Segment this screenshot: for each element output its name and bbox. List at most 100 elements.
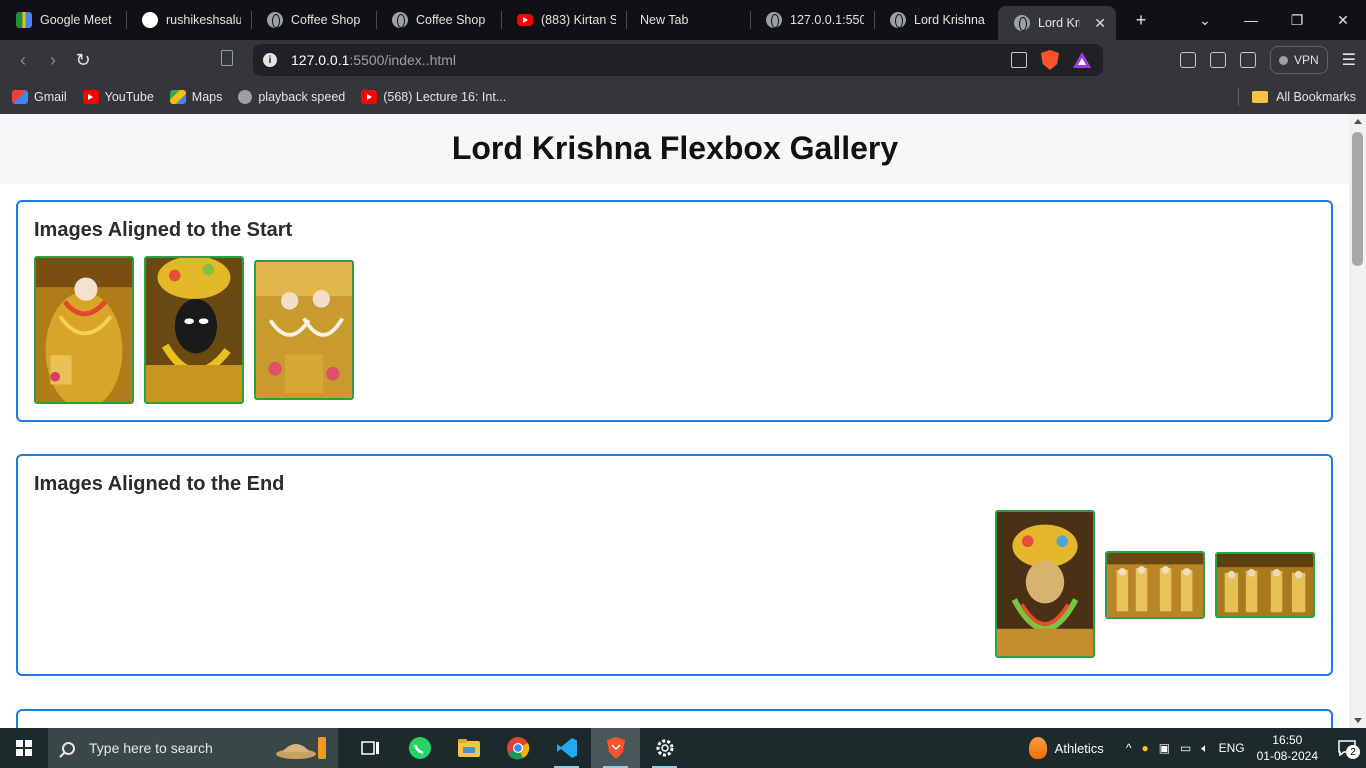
- deity-image: [36, 258, 132, 402]
- globe-icon: [267, 12, 283, 28]
- tab-label: Lord Krish: [1038, 16, 1080, 30]
- site-info-icon[interactable]: i: [263, 53, 277, 67]
- volume-icon[interactable]: 🔈︎: [1201, 741, 1208, 756]
- bookmark-youtube[interactable]: YouTube: [82, 90, 154, 104]
- restore-icon[interactable]: ❐: [1274, 12, 1320, 29]
- brave-browser-icon[interactable]: [591, 728, 640, 768]
- globe-icon: [238, 90, 253, 104]
- youtube-icon: [517, 14, 533, 26]
- scroll-down-icon[interactable]: [1354, 718, 1362, 723]
- minimize-icon[interactable]: —: [1228, 12, 1274, 28]
- notification-center[interactable]: 2: [1332, 728, 1362, 768]
- page-scrollbar[interactable]: [1349, 114, 1366, 728]
- brave-shields-icon[interactable]: [1041, 50, 1059, 70]
- close-window-icon[interactable]: ✕: [1320, 12, 1366, 29]
- bookmark-icon[interactable]: [221, 50, 233, 66]
- gmail-icon: [12, 90, 28, 104]
- brave-rewards-icon[interactable]: [1073, 52, 1091, 68]
- menu-icon[interactable]: ☰: [1342, 50, 1356, 70]
- tab-label: rushikeshsalun: [166, 13, 241, 27]
- tab-search-icon[interactable]: ⌄: [1182, 12, 1228, 29]
- page-viewport: Lord Krishna Flexbox Gallery Images Alig…: [0, 114, 1366, 728]
- new-tab-icon[interactable]: +: [1132, 10, 1150, 31]
- url-path: :5500/index..html: [349, 52, 457, 68]
- section-heading: Images Aligned to the Start: [34, 219, 293, 241]
- weather-label: Athletics: [1054, 740, 1104, 756]
- tab-new-tab[interactable]: New Tab: [626, 0, 750, 40]
- search-highlight-icon: [276, 737, 326, 759]
- notification-badge: 2: [1346, 745, 1360, 759]
- window-controls: ⌄ — ❐ ✕: [1182, 0, 1366, 40]
- chrome-icon[interactable]: [493, 728, 542, 768]
- vpn-button[interactable]: VPN: [1269, 46, 1328, 74]
- globe-icon: [766, 12, 782, 28]
- tab-kirtan[interactable]: (883) Kirtan Sa: [501, 0, 626, 40]
- tab-label: New Tab: [640, 13, 689, 27]
- show-hidden-icons-icon[interactable]: ^: [1126, 741, 1132, 755]
- section-align-end: Images Aligned to the End: [16, 454, 1333, 676]
- bookmark-label: YouTube: [104, 90, 154, 104]
- deity-image: [146, 258, 242, 402]
- extensions-icon[interactable]: [1179, 52, 1196, 68]
- bookmark-playback-speed[interactable]: playback speed: [238, 90, 345, 104]
- section-align-start: Images Aligned to the Start: [16, 200, 1333, 422]
- scroll-up-icon[interactable]: [1354, 119, 1362, 124]
- whatsapp-icon[interactable]: [395, 728, 444, 768]
- tab-coffee-shop-2[interactable]: Coffee Shop: [376, 0, 501, 40]
- settings-icon[interactable]: [640, 728, 689, 768]
- back-icon[interactable]: ‹: [8, 50, 38, 71]
- file-explorer-icon[interactable]: [444, 728, 493, 768]
- maps-icon: [169, 90, 186, 104]
- wallet-icon[interactable]: [1239, 52, 1256, 68]
- taskbar-search[interactable]: Type here to search: [48, 728, 338, 768]
- address-bar[interactable]: i 127.0.0.1:5500/index..html: [253, 44, 1103, 76]
- language-indicator[interactable]: ENG: [1219, 741, 1245, 755]
- tab-lord-krishna-active[interactable]: Lord Krish ✕: [998, 6, 1116, 40]
- clock[interactable]: 16:50 01-08-2024: [1257, 732, 1318, 764]
- folder-icon: [1252, 91, 1269, 103]
- bookmark-gmail[interactable]: Gmail: [12, 90, 67, 104]
- deity-image: [1217, 554, 1313, 616]
- tab-google-meet[interactable]: Google Meet: [0, 0, 126, 40]
- battery-icon[interactable]: ▭: [1180, 741, 1191, 755]
- search-icon: [62, 741, 75, 755]
- google-meet-icon: [16, 12, 32, 28]
- tab-coffee-shop-1[interactable]: Coffee Shop: [251, 0, 376, 40]
- page-header: Lord Krishna Flexbox Gallery: [0, 114, 1366, 184]
- tab-label: Coffee Shop: [291, 13, 361, 27]
- bookmark-label: playback speed: [258, 90, 346, 104]
- reload-icon[interactable]: ↻: [68, 50, 98, 71]
- vscode-icon[interactable]: [542, 728, 591, 768]
- search-placeholder: Type here to search: [89, 740, 213, 756]
- globe-icon: [392, 12, 408, 28]
- bookmark-label: Maps: [191, 90, 223, 104]
- deity-image: [1107, 553, 1203, 617]
- tab-localhost[interactable]: 127.0.0.1:5500: [750, 0, 874, 40]
- tab-strip: Google Meet rushikeshsalun Coffee Shop C…: [0, 0, 1366, 40]
- bookmark-label: (568) Lecture 16: Int...: [383, 90, 507, 104]
- bookmark-lecture[interactable]: (568) Lecture 16: Int...: [361, 90, 506, 104]
- bookmark-maps[interactable]: Maps: [169, 90, 223, 104]
- close-tab-icon[interactable]: ✕: [1094, 15, 1106, 32]
- weather-widget[interactable]: Athletics: [1028, 737, 1104, 759]
- vpn-status-icon: [1278, 55, 1288, 65]
- task-view-icon[interactable]: [346, 728, 395, 768]
- security-icon[interactable]: ●: [1141, 741, 1148, 755]
- share-icon[interactable]: [1011, 52, 1027, 68]
- globe-icon: [1014, 15, 1030, 31]
- deity-image: [256, 262, 352, 398]
- page-title: Lord Krishna Flexbox Gallery: [451, 129, 899, 166]
- sidebar-icon[interactable]: [1209, 52, 1226, 68]
- tab-github[interactable]: rushikeshsalun: [126, 0, 251, 40]
- scrollbar-thumb[interactable]: [1352, 132, 1363, 266]
- tab-label: 127.0.0.1:5500: [790, 13, 864, 27]
- tab-lord-krishna-1[interactable]: Lord Krishna F: [874, 0, 998, 40]
- start-button[interactable]: [0, 728, 48, 768]
- krishna-image-5: [1105, 551, 1205, 619]
- forward-icon[interactable]: ›: [38, 50, 68, 71]
- all-bookmarks-button[interactable]: All Bookmarks: [1238, 80, 1356, 114]
- krishna-image-1: [34, 256, 134, 404]
- github-icon: [142, 12, 158, 28]
- camera-icon[interactable]: ▣: [1159, 741, 1170, 755]
- tab-label: Coffee Shop: [416, 13, 486, 27]
